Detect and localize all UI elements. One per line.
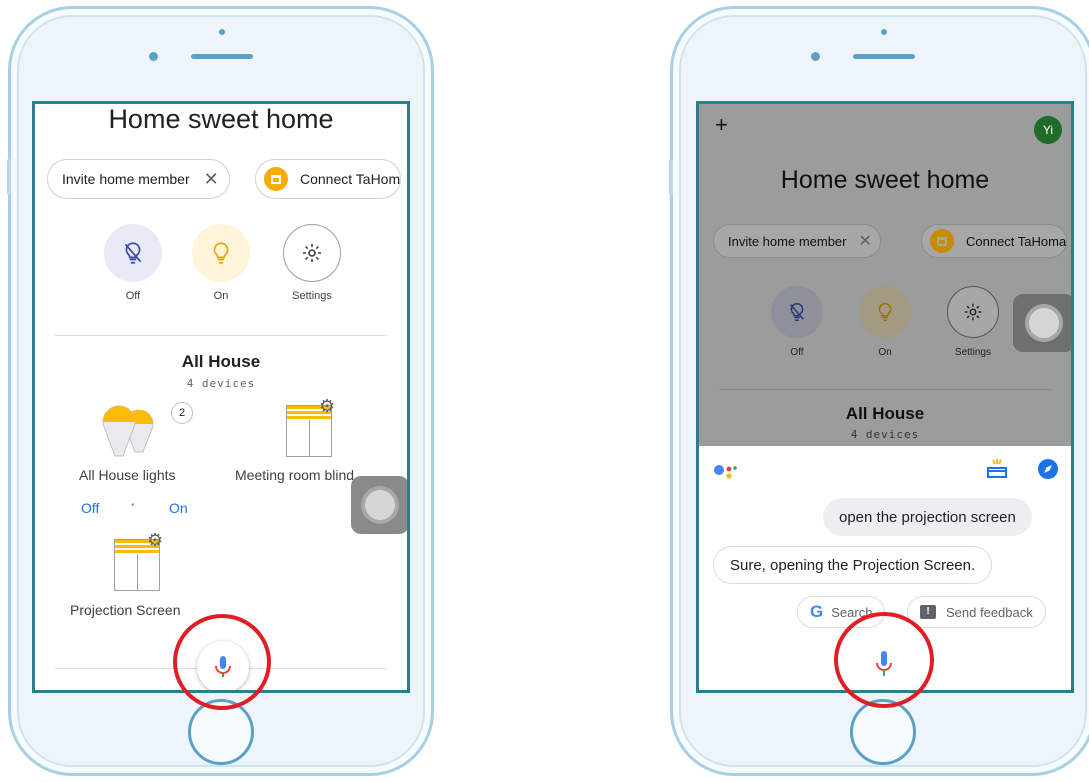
google-g-icon: G xyxy=(810,602,824,621)
settings-label: Settings xyxy=(292,290,332,302)
home-icon xyxy=(930,229,954,253)
earpiece-speaker xyxy=(853,54,915,59)
light-count-badge: 2 xyxy=(171,402,193,424)
room-device-count: 4 devices xyxy=(186,377,256,390)
connect-tahoma-chip[interactable]: Connect TaHoma xyxy=(921,224,1068,258)
gear-icon xyxy=(303,244,321,262)
mic-highlight-circle xyxy=(834,612,934,708)
mic-highlight-circle xyxy=(173,614,271,710)
home-button[interactable] xyxy=(850,699,916,765)
front-sensor xyxy=(219,29,225,35)
bulb-on-icon xyxy=(878,303,892,321)
assistive-touch-button[interactable] xyxy=(1013,294,1071,352)
avatar[interactable]: Yi xyxy=(1034,116,1062,144)
front-camera xyxy=(811,52,820,61)
meeting-blind-label: Meeting room blind xyxy=(235,467,355,483)
feedback-icon: ! xyxy=(920,605,936,619)
assistant-reply-bubble: Sure, opening the Projection Screen. xyxy=(713,546,993,584)
settings-button[interactable] xyxy=(283,224,341,282)
gear-icon: ⚙ xyxy=(147,530,164,550)
left-screen: Home sweet home Invite home member ✕ Con… xyxy=(32,101,410,693)
front-sensor xyxy=(881,29,887,35)
invite-chip-label: Invite home member xyxy=(728,233,847,249)
lights-on-button xyxy=(859,286,911,338)
volume-button xyxy=(669,159,673,195)
lights-off-button xyxy=(771,286,823,338)
volume-button xyxy=(7,159,11,195)
dimmed-home-view: + Yi Home sweet home Invite home member … xyxy=(699,104,1071,446)
bulb-off-icon xyxy=(790,303,804,321)
add-icon[interactable]: + xyxy=(715,112,728,138)
invite-member-chip[interactable]: Invite home member ✕ xyxy=(47,159,230,199)
section-divider xyxy=(719,389,1051,390)
lights-on-button[interactable] xyxy=(192,224,250,282)
projection-screen-label: Projection Screen xyxy=(70,602,181,618)
room-title: All House xyxy=(845,404,925,423)
snapshot-icon[interactable] xyxy=(985,458,1009,480)
room-title: All House xyxy=(181,352,261,371)
bulb-group-icon xyxy=(102,405,154,457)
lights-off-link[interactable]: Off xyxy=(81,500,99,516)
invite-chip-label: Invite home member xyxy=(62,171,190,187)
page-title: Home sweet home xyxy=(780,166,990,194)
user-query-bubble: open the projection screen xyxy=(823,498,1032,536)
on-label: On xyxy=(878,347,892,358)
connect-chip-label: Connect TaHoma xyxy=(966,233,1067,249)
connect-chip-label: Connect TaHom xyxy=(300,171,401,187)
close-icon[interactable]: ✕ xyxy=(859,231,872,251)
google-assistant-icon xyxy=(714,465,737,479)
front-camera xyxy=(149,52,158,61)
bulb-on-icon xyxy=(213,242,229,264)
off-label: Off xyxy=(790,347,804,358)
invite-member-chip[interactable]: Invite home member ✕ xyxy=(713,224,881,258)
bulb-off-icon xyxy=(124,242,142,264)
home-icon xyxy=(264,167,288,191)
section-divider xyxy=(55,335,387,336)
room-device-count: 4 devices xyxy=(850,428,920,441)
lights-on-link[interactable]: On xyxy=(169,500,188,516)
house-lights-tile[interactable] xyxy=(101,404,173,469)
gear-icon xyxy=(964,303,982,321)
settings-label: Settings xyxy=(954,347,992,358)
settings-button xyxy=(947,286,999,338)
lights-off-button[interactable] xyxy=(104,224,162,282)
off-label: Off xyxy=(125,290,141,302)
connect-tahoma-chip[interactable]: Connect TaHom xyxy=(255,159,402,199)
explore-icon[interactable] xyxy=(1037,458,1059,480)
send-feedback-chip[interactable]: ! Send feedback xyxy=(907,596,1046,628)
right-screen: + Yi Home sweet home Invite home member … xyxy=(696,101,1074,693)
assistive-touch-button[interactable] xyxy=(351,476,407,534)
house-lights-label: All House lights xyxy=(79,467,176,483)
close-icon[interactable]: ✕ xyxy=(204,169,219,190)
lights-separator: • xyxy=(131,500,135,511)
page-title: Home sweet home xyxy=(108,104,334,134)
earpiece-speaker xyxy=(191,54,253,59)
on-label: On xyxy=(213,290,229,302)
gear-icon: ⚙ xyxy=(319,396,336,416)
send-feedback-label: Send feedback xyxy=(946,604,1033,620)
